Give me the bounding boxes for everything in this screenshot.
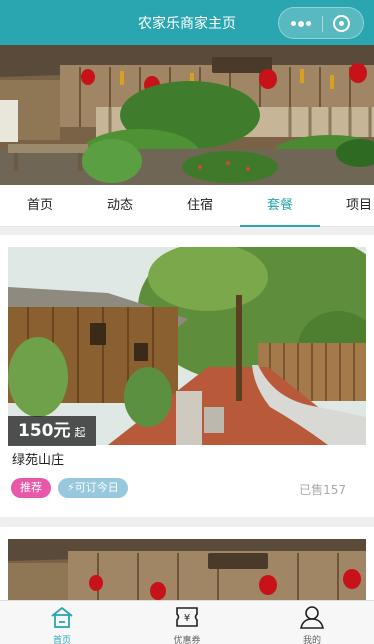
svg-text:¥: ¥ [184,613,190,624]
more-icon[interactable] [291,20,311,27]
nav-item-coupons[interactable]: ¥ 优惠券 [125,601,249,644]
mini-program-capsule [278,7,364,39]
price-suffix: 起 [74,426,86,439]
package-name[interactable]: 绿苑山庄 [12,449,64,468]
farmhouse-illustration-2 [8,539,366,601]
lightning-icon: ⚡ [67,481,75,494]
tab-packages[interactable]: 套餐 [240,185,320,227]
user-icon [300,606,324,629]
farmhouse-banner-illustration [0,45,374,185]
capsule-divider [322,16,323,32]
nav-label-profile: 我的 [302,636,321,644]
bottom-nav: 首页 ¥ 优惠券 我的 [0,600,374,644]
banner-image[interactable] [0,45,374,185]
price-tag: 150元 起 [8,416,96,446]
price-value: 150元 [18,421,71,441]
tab-activities[interactable]: 项目 [320,185,374,227]
nav-item-profile[interactable]: 我的 [250,601,374,644]
sold-count: 已售157 [299,483,346,497]
category-tabs: 首页 动态 住宿 套餐 项目 [0,185,374,227]
close-mini-program-icon[interactable] [333,15,350,32]
tab-lodging[interactable]: 住宿 [160,185,240,227]
coupon-icon: ¥ [176,607,198,627]
home-icon [51,607,73,628]
tab-home[interactable]: 首页 [0,185,80,227]
nav-item-home[interactable]: 首页 [0,601,124,644]
title-bar: 农家乐商家主页 [0,0,374,45]
bookable-badge: ⚡可订今日 [58,478,128,498]
recommend-badge: 推荐 [11,478,51,498]
package-photo-2[interactable] [8,539,366,601]
tab-news[interactable]: 动态 [80,185,160,227]
bookable-badge-label: 可订今日 [74,481,119,494]
nav-label-coupons: 优惠券 [173,636,201,644]
nav-label-home: 首页 [52,636,71,644]
